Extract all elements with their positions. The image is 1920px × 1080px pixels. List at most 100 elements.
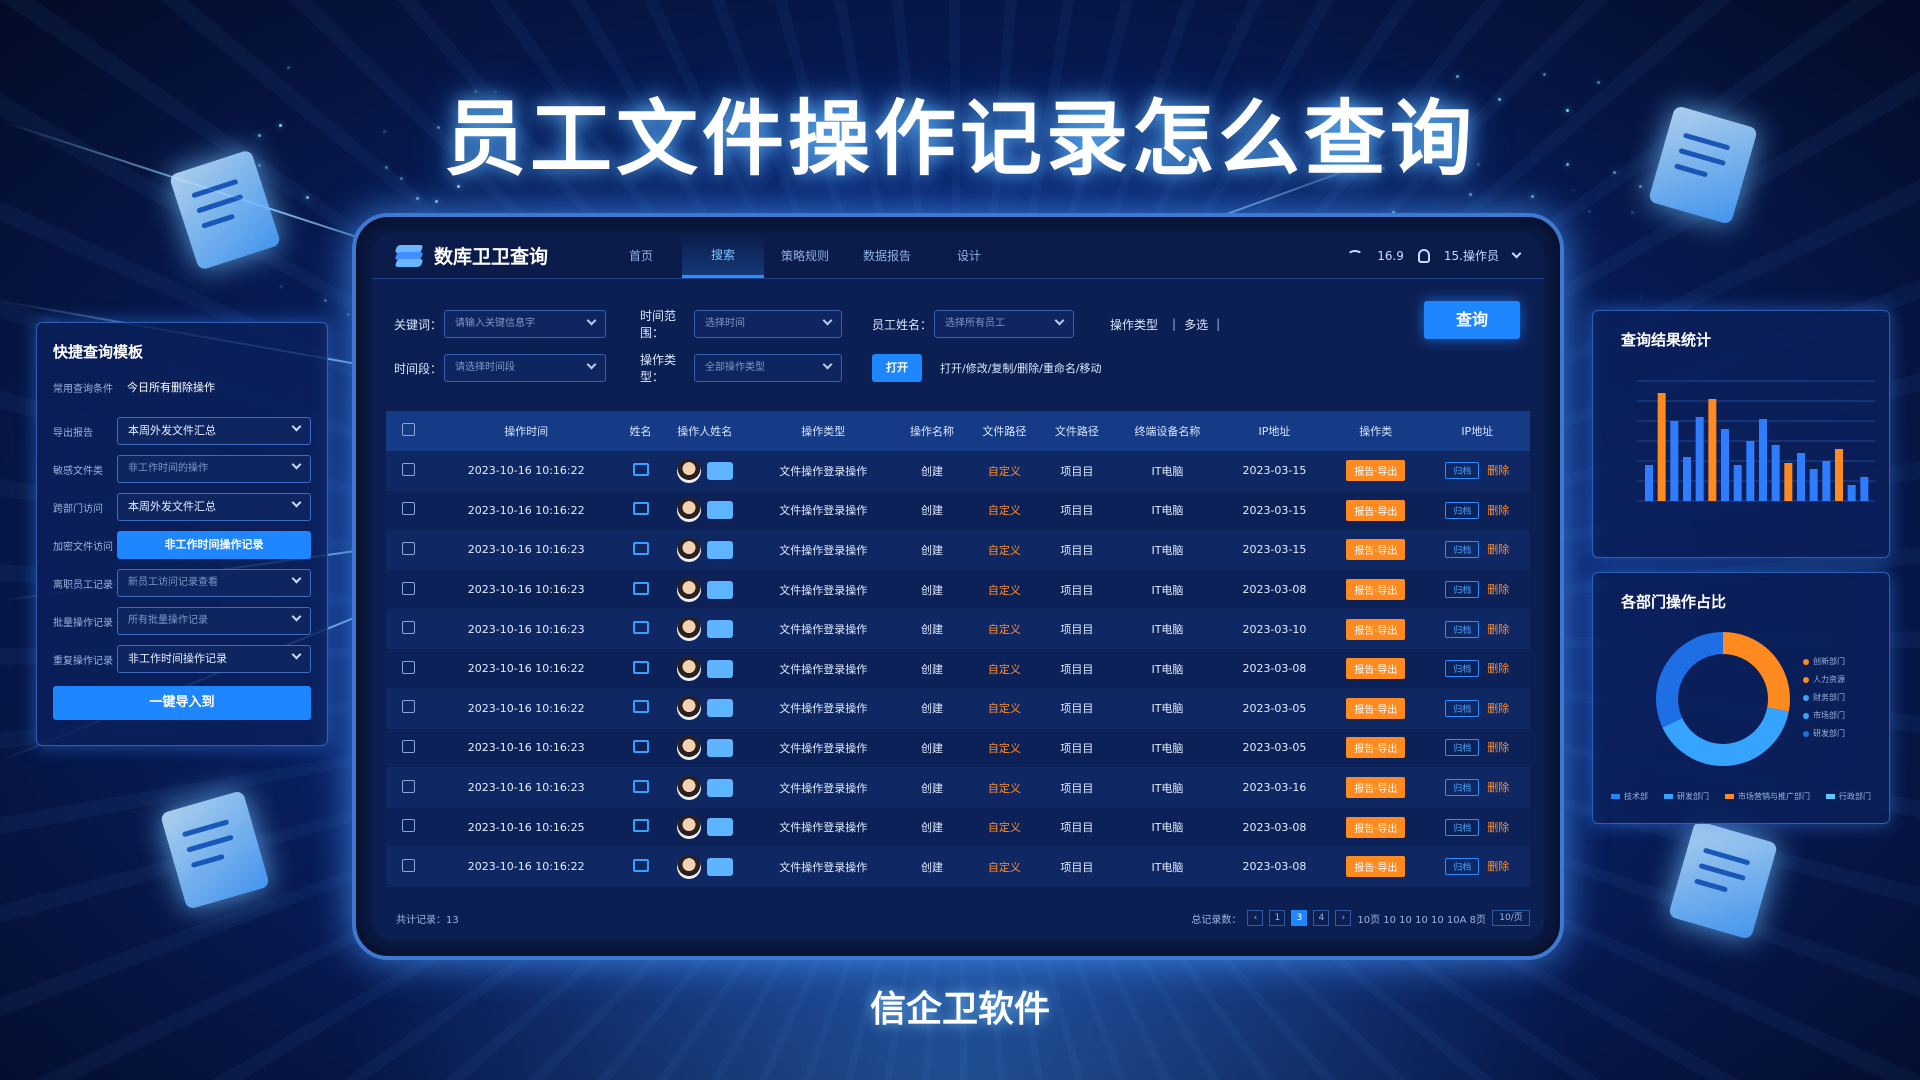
delete-link[interactable]: 删除 [1487,741,1509,754]
keyword-input[interactable]: 请输入关键信息字 [444,310,606,338]
row-checkbox-cell[interactable] [386,491,430,531]
user-icon[interactable] [1418,249,1430,263]
row-checkbox-cell[interactable] [386,728,430,768]
op-badge[interactable]: 报告·导出 [1346,817,1405,838]
checkbox[interactable] [402,859,415,872]
ip-badge[interactable]: 归档 [1445,621,1479,638]
row-checkbox-cell[interactable] [386,847,430,887]
tab-item[interactable]: 搜索 [682,233,764,278]
ip-badge[interactable]: 归档 [1445,660,1479,677]
quick-template-select[interactable]: 非工作时间的操作 [117,455,311,483]
row-checkbox-cell[interactable] [386,570,430,610]
delete-link[interactable]: 删除 [1487,583,1509,596]
delete-link[interactable]: 删除 [1487,504,1509,517]
table-row[interactable]: 2023-10-16 10:16:25 文件操作登录操作 创建 自定义 项目目 IT电脑 2… [386,807,1530,847]
chevron-down-icon[interactable] [1512,249,1522,259]
delete-link[interactable]: 删除 [1487,662,1509,675]
page-button[interactable]: ‹ [1247,910,1263,926]
op-badge[interactable]: 报告·导出 [1346,658,1405,679]
op-badge[interactable]: 报告·导出 [1346,579,1405,600]
row-checkbox-cell[interactable] [386,768,430,808]
ip-badge[interactable]: 归档 [1445,739,1479,756]
table-row[interactable]: 2023-10-16 10:16:23 文件操作登录操作 创建 自定义 项目目 IT电脑 2… [386,530,1530,570]
delete-link[interactable]: 删除 [1487,543,1509,556]
table-row[interactable]: 2023-10-16 10:16:22 文件操作登录操作 创建 自定义 项目目 IT电脑 2… [386,689,1530,729]
select-all-header[interactable] [386,411,430,451]
file-icon[interactable] [633,621,649,634]
table-row[interactable]: 2023-10-16 10:16:23 文件操作登录操作 创建 自定义 项目目 IT电脑 2… [386,570,1530,610]
delete-link[interactable]: 删除 [1487,464,1509,477]
checkbox[interactable] [402,582,415,595]
row-checkbox-cell[interactable] [386,609,430,649]
file-icon[interactable] [633,582,649,595]
file-icon[interactable] [633,463,649,476]
file-icon[interactable] [633,661,649,674]
delete-link[interactable]: 删除 [1487,781,1509,794]
checkbox[interactable] [402,819,415,832]
row-checkbox-cell[interactable] [386,530,430,570]
file-icon[interactable] [633,780,649,793]
row-checkbox-cell[interactable] [386,649,430,689]
quick-template-select[interactable]: 新员工访问记录查看 [117,569,311,597]
file-icon[interactable] [633,542,649,555]
quick-row-value[interactable]: 今日所有删除操作 [117,379,215,395]
ip-badge[interactable]: 归档 [1445,502,1479,519]
time-select[interactable]: 请选择时间段 [444,354,606,382]
timerange-select[interactable]: 选择时间 [694,310,842,338]
checkbox[interactable] [402,661,415,674]
one-click-import-button[interactable]: 一键导入到 [53,686,311,720]
checkbox[interactable] [402,423,415,436]
op-badge[interactable]: 报告·导出 [1346,777,1405,798]
query-button[interactable]: 查询 [1424,301,1520,339]
tab-item[interactable]: 首页 [600,233,682,278]
row-checkbox-cell[interactable] [386,451,430,491]
checkbox[interactable] [402,740,415,753]
row-checkbox-cell[interactable] [386,807,430,847]
ip-badge[interactable]: 归档 [1445,581,1479,598]
tab-item[interactable]: 策略规则 [764,233,846,278]
table-row[interactable]: 2023-10-16 10:16:22 文件操作登录操作 创建 自定义 项目目 IT电脑 2… [386,491,1530,531]
ip-badge[interactable]: 归档 [1445,700,1479,717]
quick-template-select[interactable]: 非工作时间操作记录 [117,531,311,559]
file-icon[interactable] [633,502,649,515]
optype-select[interactable]: 全部操作类型 [694,354,842,382]
checkbox[interactable] [402,780,415,793]
op-badge[interactable]: 报告·导出 [1346,619,1405,640]
page-button[interactable]: › [1335,910,1351,926]
optype-multi[interactable]: 多选 [1184,316,1208,333]
checkbox[interactable] [402,700,415,713]
row-checkbox-cell[interactable] [386,689,430,729]
page-button[interactable]: 1 [1269,910,1285,926]
page-button[interactable]: 3 [1291,910,1307,926]
file-icon[interactable] [633,819,649,832]
page-size-select[interactable]: 10/页 [1492,910,1530,926]
delete-link[interactable]: 删除 [1487,821,1509,834]
op-badge[interactable]: 报告·导出 [1346,698,1405,719]
quick-template-select[interactable]: 本周外发文件汇总 [117,493,311,521]
op-badge[interactable]: 报告·导出 [1346,737,1405,758]
tab-item[interactable]: 数据报告 [846,233,928,278]
delete-link[interactable]: 删除 [1487,702,1509,715]
page-button[interactable]: 4 [1313,910,1329,926]
table-row[interactable]: 2023-10-16 10:16:23 文件操作登录操作 创建 自定义 项目目 IT电脑 2… [386,768,1530,808]
table-row[interactable]: 2023-10-16 10:16:23 文件操作登录操作 创建 自定义 项目目 IT电脑 2… [386,728,1530,768]
employee-select[interactable]: 选择所有员工 [934,310,1074,338]
table-row[interactable]: 2023-10-16 10:16:22 文件操作登录操作 创建 自定义 项目目 IT电脑 2… [386,847,1530,887]
open-button[interactable]: 打开 [872,354,922,382]
quick-template-select[interactable]: 本周外发文件汇总 [117,417,311,445]
ip-badge[interactable]: 归档 [1445,819,1479,836]
ip-badge[interactable]: 归档 [1445,541,1479,558]
checkbox[interactable] [402,463,415,476]
ops-list[interactable]: 打开/修改/复制/删除/重命名/移动 [940,360,1102,376]
quick-template-select[interactable]: 非工作时间操作记录 [117,645,311,673]
op-badge[interactable]: 报告·导出 [1346,539,1405,560]
checkbox[interactable] [402,502,415,515]
delete-link[interactable]: 删除 [1487,860,1509,873]
checkbox[interactable] [402,542,415,555]
op-badge[interactable]: 报告·导出 [1346,856,1405,877]
table-row[interactable]: 2023-10-16 10:16:23 文件操作登录操作 创建 自定义 项目目 IT电脑 2… [386,609,1530,649]
table-row[interactable]: 2023-10-16 10:16:22 文件操作登录操作 创建 自定义 项目目 IT电脑 2… [386,451,1530,491]
op-badge[interactable]: 报告·导出 [1346,460,1405,481]
file-icon[interactable] [633,859,649,872]
op-badge[interactable]: 报告·导出 [1346,500,1405,521]
